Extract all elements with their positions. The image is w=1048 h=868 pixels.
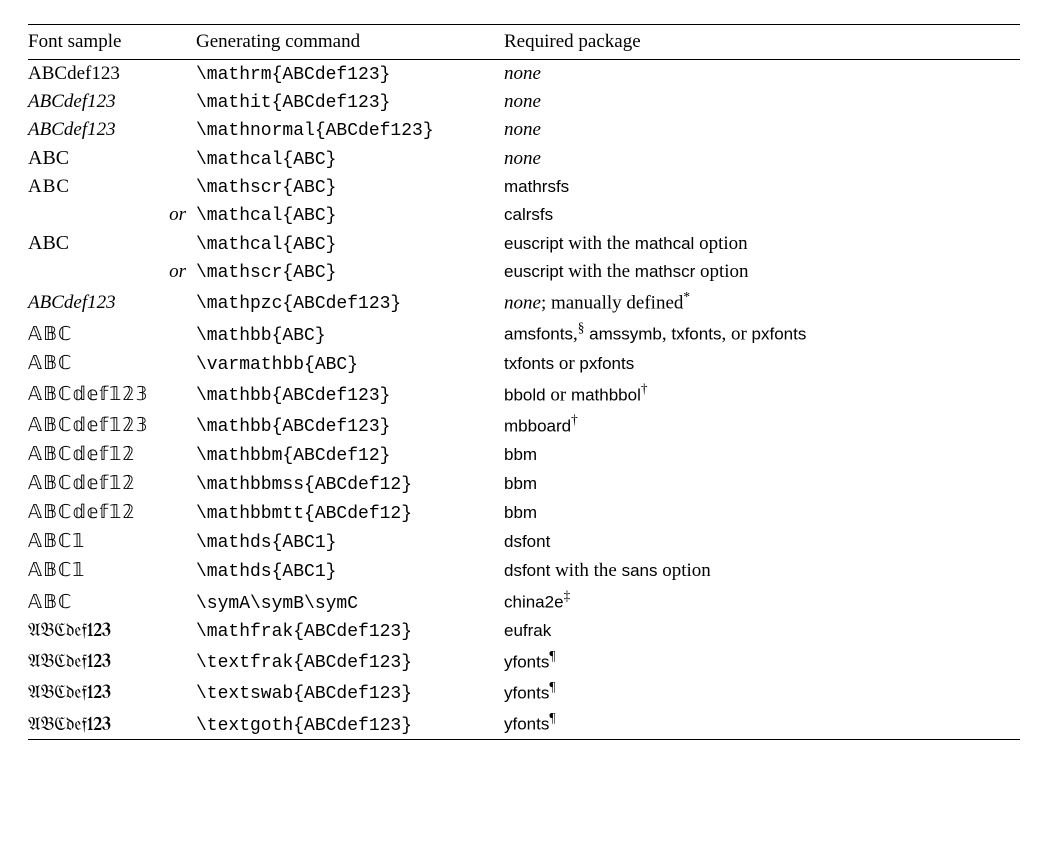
table-row: 𝔸𝔹ℂ𝟙\mathds{ABC1}dsfont with the sans op…: [28, 556, 1020, 585]
table-row: 𝔄𝔅ℭ𝔡𝔢𝔣123\mathfrak{ABCdef123}eufrak: [28, 617, 1020, 645]
generating-command: \mathbbmtt{ABCdef12}: [196, 498, 504, 527]
required-package: bbold or mathbbol†: [504, 378, 1020, 409]
required-package: euscript with the mathscr option: [504, 258, 1020, 286]
required-package: none; manually defined*: [504, 286, 1020, 317]
table-row: ABC\mathscr{ABC}mathrsfs: [28, 173, 1020, 201]
required-package: calrsfs: [504, 201, 1020, 229]
header-cmd: Generating command: [196, 25, 504, 60]
required-package: yfonts¶: [504, 707, 1020, 739]
font-sample: ABCdef123: [28, 60, 196, 89]
generating-command: \mathbbmss{ABCdef12}: [196, 469, 504, 498]
table-row: ABCdef123\mathnormal{ABCdef123}none: [28, 116, 1020, 144]
generating-command: \mathpzc{ABCdef123}: [196, 286, 504, 317]
header-sample: Font sample: [28, 25, 196, 60]
table-header-row: Font sample Generating command Required …: [28, 25, 1020, 60]
required-package: bbm: [504, 498, 1020, 527]
table-row: or\mathscr{ABC}euscript with the mathscr…: [28, 258, 1020, 286]
required-package: none: [504, 116, 1020, 144]
generating-command: \varmathbb{ABC}: [196, 349, 504, 378]
table-row: 𝔸𝔹ℂ𝕕𝕖𝕗𝟙𝟚𝟛\mathbb{ABCdef123}bbold or math…: [28, 378, 1020, 409]
generating-command: \mathscr{ABC}: [196, 258, 504, 286]
required-package: eufrak: [504, 617, 1020, 645]
required-package: amsfonts,§ amssymb, txfonts, or pxfonts: [504, 317, 1020, 348]
table-row: ABCdef123\mathrm{ABCdef123}none: [28, 60, 1020, 89]
generating-command: \mathfrak{ABCdef123}: [196, 617, 504, 645]
font-sample: ABC: [28, 173, 196, 201]
generating-command: \mathnormal{ABCdef123}: [196, 116, 504, 144]
font-sample: 𝔸𝔹ℂ𝕕𝕖𝕗𝟙𝟚: [28, 498, 196, 527]
table-row: 𝔸𝔹ℂ\symA\symB\symCchina2e‡: [28, 585, 1020, 616]
font-sample: 𝔸𝔹ℂ𝕕𝕖𝕗𝟙𝟚: [28, 469, 196, 498]
table-row: 𝔸𝔹ℂ𝕕𝕖𝕗𝟙𝟚\mathbbm{ABCdef12}bbm: [28, 440, 1020, 469]
table-row: 𝔸𝔹ℂ𝕕𝕖𝕗𝟙𝟚\mathbbmss{ABCdef12}bbm: [28, 469, 1020, 498]
required-package: none: [504, 60, 1020, 89]
table-row: 𝔸𝔹ℂ𝕕𝕖𝕗𝟙𝟚\mathbbmtt{ABCdef12}bbm: [28, 498, 1020, 527]
header-pkg: Required package: [504, 25, 1020, 60]
font-sample: ABC: [28, 229, 196, 258]
table-row: 𝔄𝔅ℭ𝔡𝔢𝔣123\textfrak{ABCdef123}yfonts¶: [28, 645, 1020, 676]
generating-command: \mathrm{ABCdef123}: [196, 60, 504, 89]
generating-command: \mathbb{ABCdef123}: [196, 409, 504, 440]
required-package: yfonts¶: [504, 676, 1020, 707]
generating-command: \mathit{ABCdef123}: [196, 88, 504, 116]
generating-command: \textgoth{ABCdef123}: [196, 707, 504, 739]
generating-command: \mathbb{ABCdef123}: [196, 378, 504, 409]
font-sample: 𝔸𝔹ℂ𝟙: [28, 527, 196, 556]
required-package: mbboard†: [504, 409, 1020, 440]
required-package: yfonts¶: [504, 645, 1020, 676]
generating-command: \mathds{ABC1}: [196, 556, 504, 585]
generating-command: \mathcal{ABC}: [196, 144, 504, 173]
font-sample: 𝔄𝔅ℭ𝔡𝔢𝔣123: [28, 676, 196, 707]
generating-command: \mathcal{ABC}: [196, 229, 504, 258]
table-row: 𝔄𝔅ℭ𝔡𝔢𝔣123\textswab{ABCdef123}yfonts¶: [28, 676, 1020, 707]
generating-command: \mathbbm{ABCdef12}: [196, 440, 504, 469]
table-row: ABC\mathcal{ABC}euscript with the mathca…: [28, 229, 1020, 258]
font-sample: or: [28, 201, 196, 229]
required-package: dsfont with the sans option: [504, 556, 1020, 585]
required-package: dsfont: [504, 527, 1020, 556]
table-row: ABCdef123\mathit{ABCdef123}none: [28, 88, 1020, 116]
font-sample: 𝔸𝔹ℂ𝕕𝕖𝕗𝟙𝟚𝟛: [28, 378, 196, 409]
required-package: bbm: [504, 469, 1020, 498]
table-row: 𝔸𝔹ℂ\mathbb{ABC}amsfonts,§ amssymb, txfon…: [28, 317, 1020, 348]
font-sample: ABC: [28, 144, 196, 173]
font-sample: 𝔄𝔅ℭ𝔡𝔢𝔣123: [28, 645, 196, 676]
table-row: 𝔸𝔹ℂ𝟙\mathds{ABC1}dsfont: [28, 527, 1020, 556]
required-package: bbm: [504, 440, 1020, 469]
font-sample: 𝔸𝔹ℂ: [28, 585, 196, 616]
generating-command: \textswab{ABCdef123}: [196, 676, 504, 707]
font-sample: 𝔸𝔹ℂ𝟙: [28, 556, 196, 585]
font-sample: 𝔸𝔹ℂ: [28, 317, 196, 348]
font-sample: 𝔸𝔹ℂ𝕕𝕖𝕗𝟙𝟚: [28, 440, 196, 469]
font-sample: 𝔸𝔹ℂ𝕕𝕖𝕗𝟙𝟚𝟛: [28, 409, 196, 440]
math-fonts-table: Font sample Generating command Required …: [28, 24, 1020, 740]
table-row: 𝔸𝔹ℂ\varmathbb{ABC}txfonts or pxfonts: [28, 349, 1020, 378]
generating-command: \mathcal{ABC}: [196, 201, 504, 229]
table-row: ABCdef123\mathpzc{ABCdef123}none; manual…: [28, 286, 1020, 317]
table-row: ABC\mathcal{ABC}none: [28, 144, 1020, 173]
table-row: or\mathcal{ABC}calrsfs: [28, 201, 1020, 229]
font-sample: ABCdef123: [28, 88, 196, 116]
table-row: 𝔸𝔹ℂ𝕕𝕖𝕗𝟙𝟚𝟛\mathbb{ABCdef123}mbboard†: [28, 409, 1020, 440]
required-package: china2e‡: [504, 585, 1020, 616]
required-package: euscript with the mathcal option: [504, 229, 1020, 258]
required-package: none: [504, 88, 1020, 116]
font-sample: ABCdef123: [28, 116, 196, 144]
generating-command: \mathds{ABC1}: [196, 527, 504, 556]
font-sample: or: [28, 258, 196, 286]
table-row: 𝔄𝔅ℭ𝔡𝔢𝔣123\textgoth{ABCdef123}yfonts¶: [28, 707, 1020, 739]
generating-command: \symA\symB\symC: [196, 585, 504, 616]
generating-command: \textfrak{ABCdef123}: [196, 645, 504, 676]
generating-command: \mathbb{ABC}: [196, 317, 504, 348]
font-sample: 𝔄𝔅ℭ𝔡𝔢𝔣123: [28, 707, 196, 739]
required-package: mathrsfs: [504, 173, 1020, 201]
required-package: txfonts or pxfonts: [504, 349, 1020, 378]
font-sample: 𝔸𝔹ℂ: [28, 349, 196, 378]
font-sample: ABCdef123: [28, 286, 196, 317]
generating-command: \mathscr{ABC}: [196, 173, 504, 201]
font-sample: 𝔄𝔅ℭ𝔡𝔢𝔣123: [28, 617, 196, 645]
required-package: none: [504, 144, 1020, 173]
